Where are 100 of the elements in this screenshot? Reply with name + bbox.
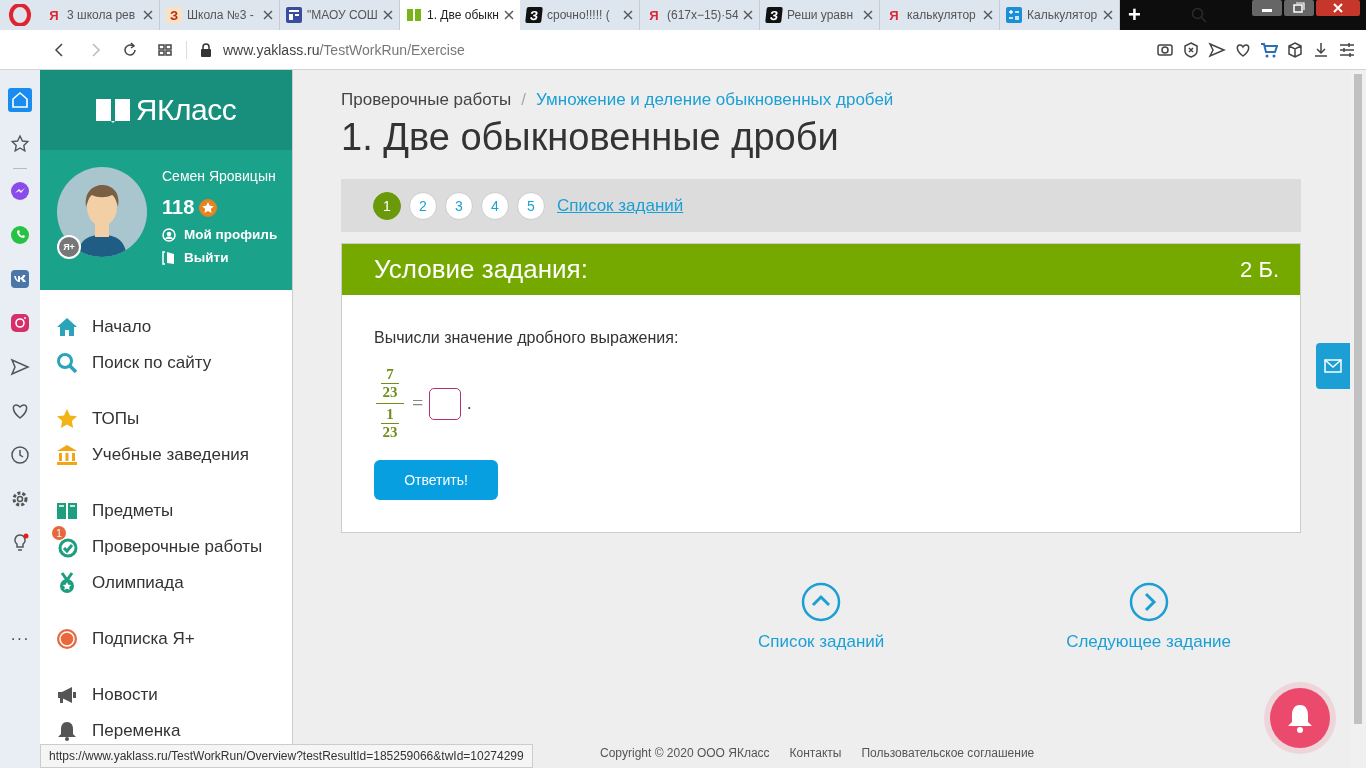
cube-icon[interactable] — [1286, 40, 1304, 59]
building-icon — [56, 444, 78, 466]
book-icon — [406, 7, 422, 23]
nav-link[interactable]: ТОПы — [56, 401, 292, 437]
notification-button[interactable] — [1270, 688, 1330, 748]
tab-title: калькулятор — [907, 8, 977, 22]
page-icon — [286, 7, 302, 23]
instagram-icon[interactable] — [8, 311, 32, 335]
site-logo[interactable]: ЯКласс — [135, 93, 237, 127]
nav-link[interactable]: Олимпиада — [56, 565, 292, 601]
close-icon[interactable] — [383, 10, 393, 20]
browser-tab[interactable]: Я калькулятор — [880, 0, 1000, 30]
close-icon[interactable] — [983, 10, 993, 20]
close-icon[interactable] — [863, 10, 873, 20]
subscription-badge: Я+ — [57, 235, 81, 259]
browser-tab[interactable]: 1. Две обыкн — [400, 0, 520, 30]
book-icon — [56, 500, 78, 522]
browser-tab[interactable]: Я (617x−15)·54 — [640, 0, 760, 30]
exit-icon — [162, 250, 176, 265]
close-icon[interactable] — [263, 10, 273, 20]
nav-link[interactable]: Поиск по сайту — [56, 345, 292, 381]
close-icon[interactable] — [743, 10, 753, 20]
download-icon[interactable] — [1312, 40, 1330, 59]
browser-tab[interactable]: "МАОУ СОШ — [280, 0, 400, 30]
answer-field[interactable] — [429, 387, 462, 420]
search-icon — [56, 352, 78, 374]
tab-icon: Я — [886, 7, 902, 23]
cart-icon[interactable] — [1260, 40, 1278, 59]
footer-link[interactable]: Copyright © 2020 ООО ЯКласс — [600, 746, 770, 760]
nav-link[interactable]: Учебные заведения — [56, 437, 292, 473]
tab-icon: З — [765, 7, 783, 23]
tab-title: 1. Две обыкн — [427, 8, 499, 22]
restore-icon[interactable] — [1284, 0, 1314, 16]
star-icon — [56, 408, 78, 430]
nav-link[interactable]: Предметы — [56, 493, 292, 529]
user-name: Семен Яровицын — [162, 168, 277, 184]
tab-icon: З — [525, 7, 543, 23]
home-icon[interactable] — [8, 88, 32, 112]
tab-icon: Я — [46, 7, 62, 23]
browser-tab[interactable]: З Школа №3 - — [160, 0, 280, 30]
tab-title: "МАОУ СОШ — [307, 8, 378, 22]
minimize-icon[interactable] — [1252, 0, 1282, 16]
browser-tab[interactable]: З срочно!!!!! ( — [520, 0, 640, 30]
close-icon[interactable] — [1316, 0, 1360, 16]
nav-link[interactable]: Подписка Я+ — [56, 621, 292, 657]
page-title: 1. Две обыкновенные дроби — [341, 116, 840, 159]
scrollbar-thumb[interactable] — [1354, 74, 1362, 724]
close-icon[interactable] — [504, 10, 514, 20]
footer-link[interactable]: Пользовательское соглашение — [861, 746, 1035, 760]
vk-icon[interactable] — [8, 267, 32, 291]
breadcrumb-separator: / — [521, 90, 527, 110]
nav-link[interactable]: Начало — [56, 309, 292, 345]
nav-link[interactable]: Новости — [56, 677, 292, 713]
browser-tab[interactable]: Я 3 школа рев — [40, 0, 160, 30]
task-heading: Условие задания: — [374, 254, 588, 285]
tab-icon: Я — [646, 7, 662, 23]
mail-icon — [1324, 359, 1342, 373]
address-field[interactable]: www.yaklass.ru/TestWorkRun/Exercise — [223, 41, 465, 58]
lock-icon — [200, 42, 212, 57]
more-button[interactable]: ··· — [10, 630, 30, 648]
bell-icon — [56, 720, 78, 742]
fraction-denominator: 23 — [382, 385, 398, 400]
clock-icon[interactable] — [8, 443, 32, 467]
star-medal-icon — [198, 197, 219, 218]
close-icon[interactable] — [623, 10, 633, 20]
fraction-numerator: 7 — [386, 367, 394, 382]
send-icon[interactable] — [1208, 40, 1226, 59]
home-icon — [56, 316, 78, 338]
close-icon[interactable] — [143, 10, 153, 20]
user-icon — [162, 227, 176, 242]
megaphone-icon — [56, 684, 78, 706]
grid-icon[interactable] — [157, 41, 173, 58]
points-count: 118 — [162, 196, 195, 219]
tab-title: срочно!!!!! ( — [547, 8, 611, 22]
messenger-icon[interactable] — [8, 179, 32, 203]
footer-link[interactable]: Контакты — [789, 746, 842, 760]
browser-tab[interactable]: З Реши уравн — [760, 0, 880, 30]
settings-icon[interactable] — [1338, 40, 1356, 59]
browser-logo-icon[interactable] — [9, 4, 31, 26]
new-tab-button[interactable]: + — [1128, 4, 1141, 26]
browser-tab[interactable]: Калькулятор — [1000, 0, 1120, 30]
tab-title: Калькулятор — [1027, 8, 1098, 22]
tab-icon: З — [166, 7, 182, 23]
tab-title: 3 школа рев — [67, 8, 137, 22]
tab-title: Реши уравн — [787, 8, 855, 22]
task-score: 2 Б. — [1240, 256, 1279, 283]
breadcrumb-link[interactable]: Проверочные работы — [341, 90, 512, 110]
tab-title: Школа №3 - — [187, 8, 255, 22]
shield-icon[interactable] — [1182, 40, 1200, 59]
tab-title: (617x−15)·54 — [667, 8, 738, 22]
close-icon[interactable] — [1103, 10, 1113, 20]
calculator-icon — [1006, 7, 1022, 23]
link-tooltip: https://www.yaklass.ru/TestWorkRun/Overview?testResultId=185259066&twId=10274299 — [40, 744, 533, 768]
reload-icon[interactable] — [122, 41, 138, 58]
subscription-icon — [56, 628, 78, 650]
fraction-numerator: 1 — [386, 407, 394, 422]
fraction-denominator: 23 — [382, 425, 398, 440]
book-logo-icon — [95, 97, 130, 123]
question-text: Вычисли значение дробного выражения: — [374, 329, 680, 347]
period-mark: . — [467, 394, 472, 413]
